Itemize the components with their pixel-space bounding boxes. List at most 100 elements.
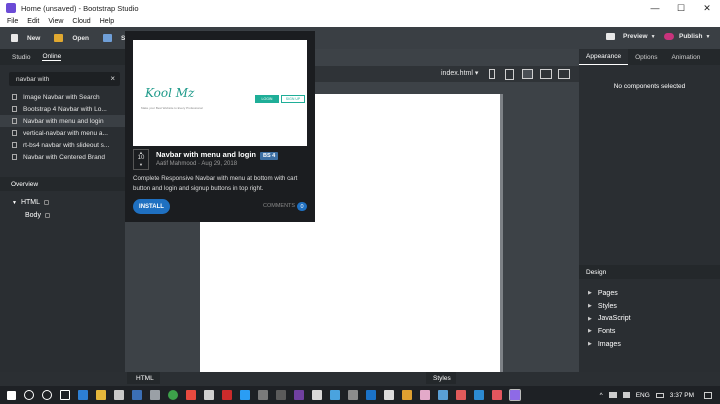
publish-button[interactable]: Publish ▼ [664, 33, 710, 40]
windows-start-icon[interactable] [7, 390, 16, 400]
app-icon[interactable] [330, 390, 340, 400]
vscode-icon[interactable] [366, 390, 376, 400]
new-button[interactable]: New [11, 34, 40, 42]
clear-search-icon[interactable]: × [110, 74, 115, 83]
tree-node-body[interactable]: Body [25, 212, 50, 219]
component-preview-popup: Kool Mz Make your Best Website to Every … [125, 31, 315, 222]
tab-styles-editor[interactable]: Styles [426, 372, 456, 384]
caret-right-icon: ▶ [588, 328, 592, 335]
component-icon [12, 94, 17, 100]
windows-taskbar: ^ ENG 3:37 PM [0, 386, 720, 404]
preview-tagline: Make your Best Website to Every Professi… [141, 106, 203, 110]
language-indicator[interactable]: ENG [636, 392, 650, 399]
no-components-message: No components selected [613, 83, 686, 90]
design-item-fonts[interactable]: ▶ Fonts [588, 325, 631, 338]
bootstrap-studio-app-icon [6, 3, 16, 13]
page-selector[interactable]: index.html ▾ [441, 69, 478, 77]
menu-file[interactable]: File [7, 18, 18, 25]
app-icon[interactable] [258, 390, 268, 400]
list-item[interactable]: rt-bs4 navbar with slideout s... [0, 139, 125, 151]
design-item-styles[interactable]: ▶ Styles [588, 300, 631, 313]
tray-chevron-icon[interactable]: ^ [600, 392, 603, 399]
clock[interactable]: 3:37 PM [670, 392, 694, 399]
tree-node-html[interactable]: ▼ HTML [12, 199, 50, 206]
app-icon[interactable] [294, 390, 304, 400]
list-item[interactable]: Navbar with menu and login [0, 115, 125, 127]
app-icon[interactable] [276, 390, 286, 400]
app-icon[interactable] [384, 390, 394, 400]
bootstrap-studio-taskbar-icon[interactable] [509, 389, 521, 401]
network-icon[interactable] [608, 392, 617, 398]
laptop-icon[interactable] [540, 69, 552, 79]
battery-icon[interactable] [655, 392, 664, 398]
app-icon[interactable] [186, 390, 196, 400]
menu-view[interactable]: View [48, 18, 63, 25]
app-icon[interactable] [204, 390, 214, 400]
mail-icon[interactable] [114, 390, 124, 400]
app-icon[interactable] [438, 390, 448, 400]
preview-icon [606, 33, 615, 40]
component-icon [12, 142, 17, 148]
app-icon[interactable] [492, 390, 502, 400]
task-view-icon[interactable] [60, 390, 70, 400]
app-icon[interactable] [402, 390, 412, 400]
cortana-icon[interactable] [42, 390, 52, 400]
minimize-button[interactable]: — [642, 0, 668, 16]
tab-appearance[interactable]: Appearance [579, 49, 629, 65]
notification-icon[interactable] [704, 391, 712, 399]
design-item-images[interactable]: ▶ Images [588, 338, 631, 351]
app-icon[interactable] [474, 390, 484, 400]
menu-help[interactable]: Help [100, 18, 114, 25]
file-explorer-icon[interactable] [96, 390, 106, 400]
tab-online[interactable]: Online [42, 53, 62, 61]
app-icon[interactable] [312, 390, 322, 400]
comments-count-badge[interactable]: 0 [297, 202, 307, 211]
open-button[interactable]: Open [54, 34, 89, 42]
telegram-icon[interactable] [240, 390, 250, 400]
vote-box[interactable]: ▲ 10 ▼ [133, 149, 149, 170]
design-item-pages[interactable]: ▶ Pages [588, 287, 631, 300]
menu-cloud[interactable]: Cloud [72, 18, 90, 25]
phone-icon[interactable] [489, 69, 495, 79]
edge-icon[interactable] [78, 390, 88, 400]
tab-animation[interactable]: Animation [664, 49, 707, 65]
app-icon[interactable] [456, 390, 466, 400]
vote-count: 10 [137, 155, 145, 161]
tablet-portrait-icon[interactable] [505, 69, 514, 80]
preview-button[interactable]: Preview ▼ [606, 33, 656, 40]
search-icon[interactable] [24, 390, 34, 400]
cloud-icon [664, 33, 674, 40]
canvas-scrollbar[interactable] [500, 94, 503, 372]
list-item[interactable]: Navbar with Centered Brand [0, 151, 125, 163]
tree-node-label: HTML [20, 199, 41, 206]
tab-html-editor[interactable]: HTML [127, 372, 160, 384]
list-item[interactable]: vertical-navbar with menu a... [0, 127, 125, 139]
volume-icon[interactable] [622, 392, 630, 398]
app-icon[interactable] [222, 390, 232, 400]
settings-icon[interactable] [150, 390, 160, 400]
downvote-icon[interactable]: ▼ [134, 162, 148, 167]
maximize-button[interactable]: ☐ [668, 0, 694, 16]
app-icon[interactable] [348, 390, 358, 400]
tab-options[interactable]: Options [628, 49, 664, 65]
store-icon[interactable] [132, 390, 142, 400]
design-item-label: Styles [597, 302, 617, 310]
comments-label[interactable]: COMMENTS [263, 203, 295, 209]
component-search-input[interactable]: navbar with × [9, 72, 120, 86]
chrome-icon[interactable] [168, 390, 178, 400]
list-item-label: vertical-navbar with menu a... [23, 129, 108, 137]
design-item-javascript[interactable]: ▶ JavaScript [588, 312, 631, 325]
right-panel-tabs: Appearance Options Animation [579, 49, 720, 65]
tablet-landscape-icon[interactable] [522, 69, 533, 79]
app-icon[interactable] [420, 390, 430, 400]
menu-edit[interactable]: Edit [27, 18, 39, 25]
list-item[interactable]: Image Navbar with Search [0, 91, 125, 103]
close-button[interactable]: ✕ [694, 0, 720, 16]
design-header[interactable]: Design [579, 265, 720, 279]
overview-header[interactable]: Overview [0, 177, 125, 191]
install-button[interactable]: INSTALL [133, 199, 170, 214]
tab-studio[interactable]: Studio [12, 54, 30, 61]
desktop-icon[interactable] [558, 69, 570, 79]
list-item[interactable]: Bootstrap 4 Navbar with Lo... [0, 103, 125, 115]
design-item-label: JavaScript [597, 315, 631, 323]
